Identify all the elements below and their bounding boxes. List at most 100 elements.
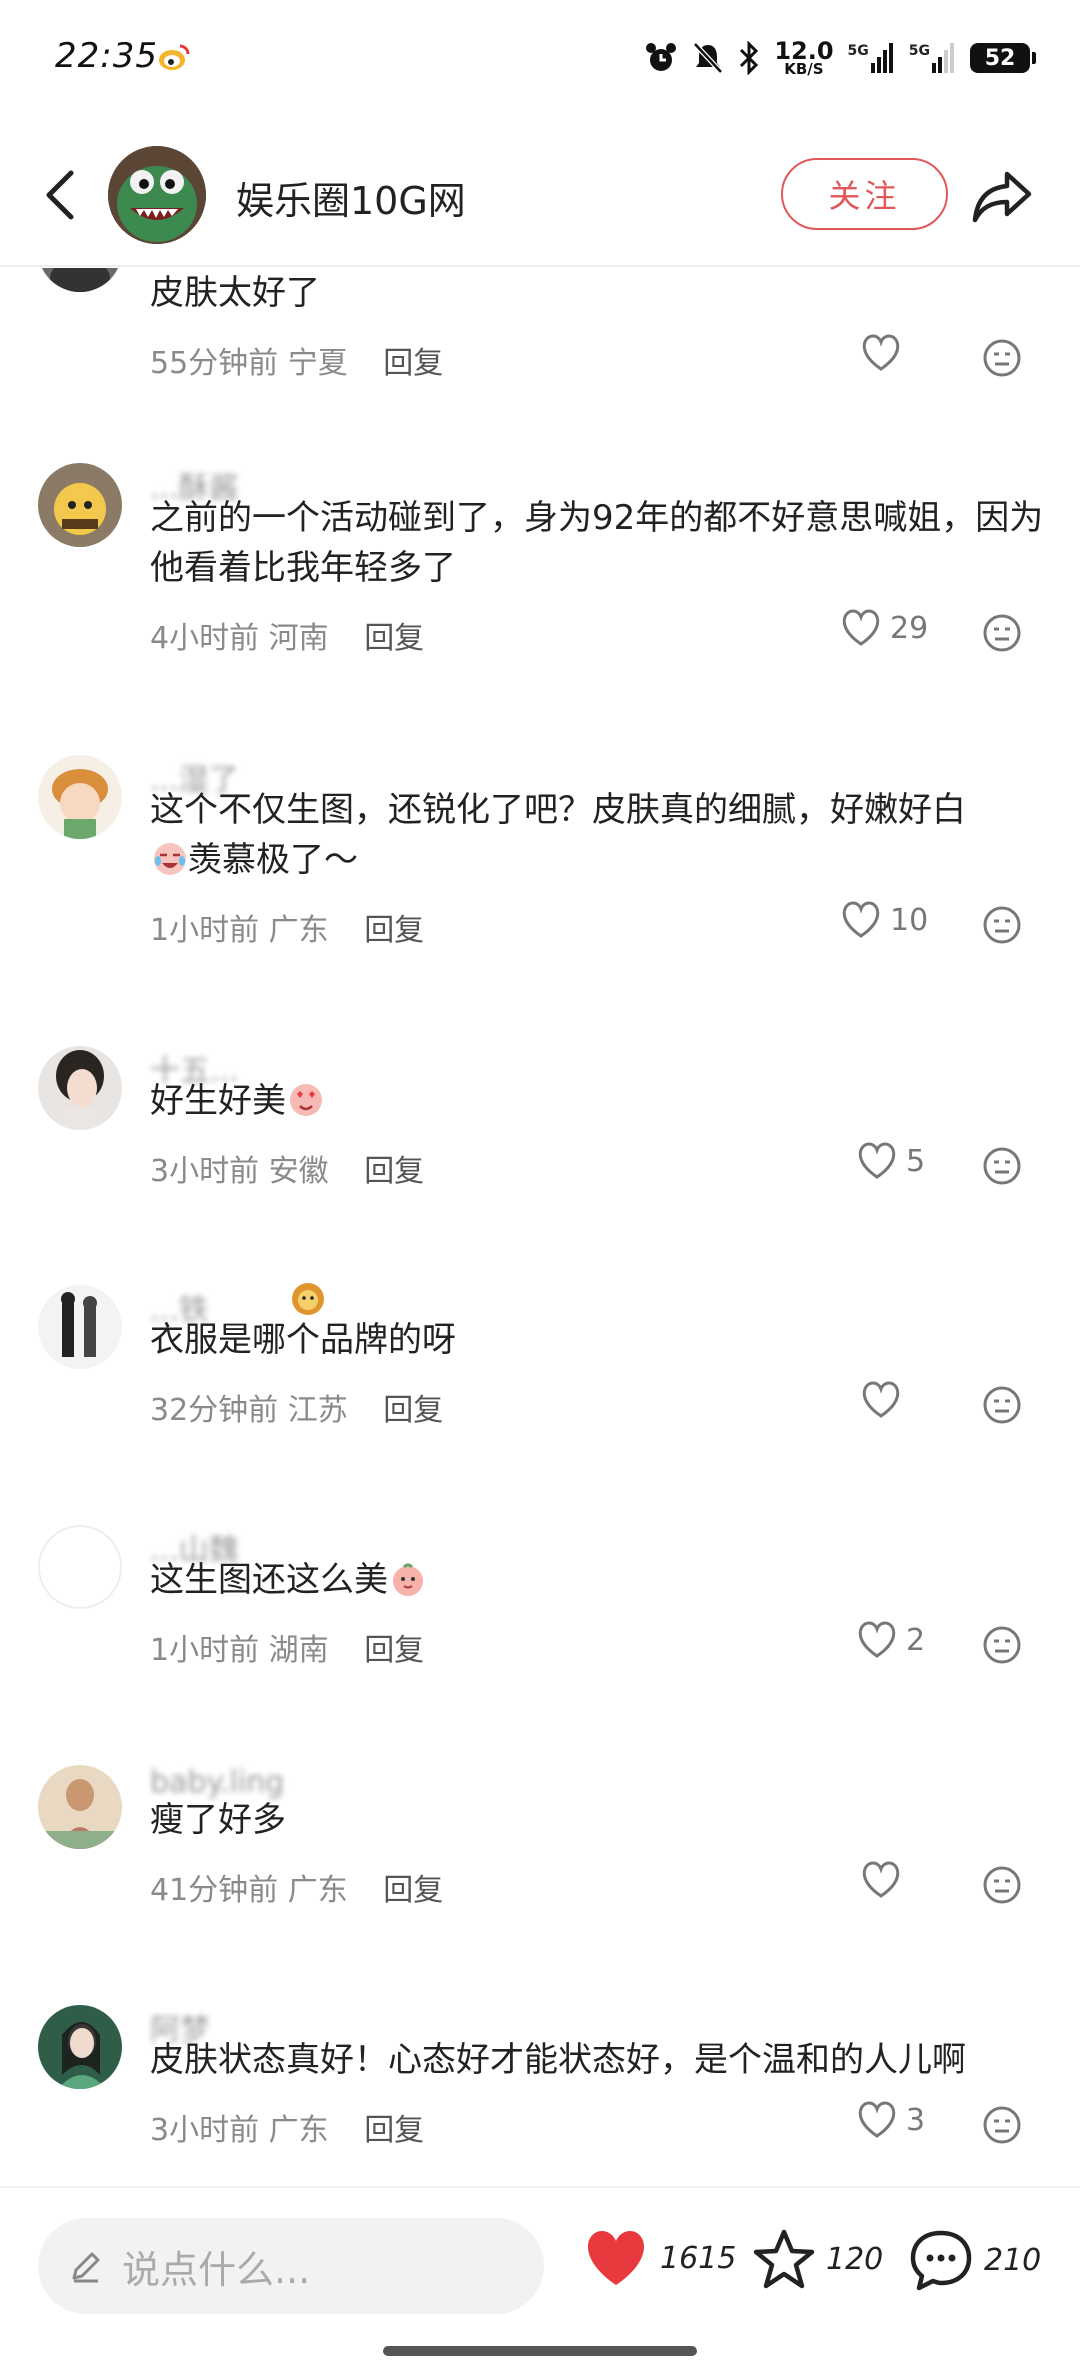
neutral-face-icon[interactable]	[982, 1625, 1022, 1665]
home-indicator[interactable]	[383, 2346, 697, 2356]
like-count: 1615	[660, 2240, 737, 2276]
comment-meta: 1小时前 湖南 回复	[150, 1625, 424, 1669]
lion-badge-icon	[292, 1283, 324, 1315]
follow-button[interactable]: 关注	[781, 158, 948, 230]
like-button[interactable]: 3	[856, 2101, 925, 2139]
avatar[interactable]	[38, 463, 122, 547]
reply-button[interactable]: 回复	[383, 346, 443, 381]
avatar[interactable]	[38, 2005, 122, 2089]
reply-button[interactable]: 回复	[364, 1633, 424, 1668]
comment-location: 安徽	[268, 1154, 329, 1189]
crying-laughing-emoji-icon	[154, 843, 186, 875]
like-button[interactable]	[860, 334, 910, 372]
neutral-face-icon[interactable]	[982, 1865, 1022, 1905]
comment-text: 瘦了好多	[150, 1800, 286, 1840]
neutral-face-icon[interactable]	[982, 338, 1022, 378]
avatar[interactable]	[38, 268, 122, 292]
header-divider	[0, 265, 1080, 267]
comment-meta: 41分钟前 广东 回复	[150, 1865, 443, 1909]
comment-count-button[interactable]: 210	[908, 2228, 1041, 2292]
net-speed: 12.0 KB/S	[774, 36, 834, 78]
comment-location: 湖南	[268, 1633, 329, 1668]
comment-location: 广东	[268, 2113, 329, 2148]
heart-icon	[862, 1861, 900, 1898]
favorite-count: 120	[826, 2241, 884, 2277]
heart-icon	[858, 1142, 896, 1179]
account-avatar[interactable]	[108, 146, 206, 244]
neutral-face-icon[interactable]	[982, 905, 1022, 945]
heart-eyes-emoji-icon	[290, 1084, 322, 1116]
like-count: 3	[906, 2102, 926, 2138]
neutral-face-icon[interactable]	[982, 1385, 1022, 1425]
avatar-image	[38, 755, 122, 839]
neutral-face-icon[interactable]	[982, 2105, 1022, 2145]
reply-button[interactable]: 回复	[383, 1393, 443, 1428]
chat-bubble-icon	[910, 2230, 972, 2291]
pencil-icon	[72, 2252, 100, 2283]
status-time: 22:35	[55, 36, 158, 76]
heart-icon	[862, 1381, 900, 1418]
comment-meta: 4小时前 河南 回复	[150, 613, 424, 657]
signal-bars-icon	[870, 43, 893, 73]
heart-icon	[858, 1621, 896, 1658]
status-icons: 12.0 KB/S 5G 5G 52	[644, 36, 1036, 80]
comment-meta: 3小时前 广东 回复	[150, 2105, 424, 2149]
comment-time: 3小时前	[150, 1154, 260, 1189]
back-arrow-icon	[46, 170, 74, 220]
signal-1: 5G	[848, 43, 895, 73]
comment-input[interactable]: 说点什么...	[38, 2218, 544, 2314]
bluetooth-icon	[740, 41, 759, 75]
comment-time: 32分钟前	[150, 1393, 279, 1428]
comment-meta: 32分钟前 江苏 回复	[150, 1385, 443, 1429]
comment-location: 广东	[268, 913, 329, 948]
favorite-button[interactable]: 120	[752, 2228, 883, 2290]
comment-location: 广东	[287, 1873, 348, 1908]
reply-button[interactable]: 回复	[383, 1873, 443, 1908]
like-button[interactable]: 29	[840, 609, 928, 647]
comment-time: 41分钟前	[150, 1873, 279, 1908]
reply-button[interactable]: 回复	[364, 1154, 424, 1189]
comment-time: 3小时前	[150, 2113, 260, 2148]
reply-button[interactable]: 回复	[364, 621, 424, 656]
back-button[interactable]	[30, 160, 90, 230]
like-post-button[interactable]: 1615	[582, 2228, 736, 2288]
avatar-image	[38, 268, 122, 292]
comment-text: 衣服是哪个品牌的呀	[150, 1320, 456, 1360]
like-button[interactable]: 5	[856, 1142, 925, 1180]
comment-list[interactable]: 皮肤太好了 55分钟前 宁夏 回复 ...酥酱 之前的一个活动碰到了，身为92年…	[0, 268, 1080, 2186]
like-count: 2	[906, 1622, 926, 1658]
heart-icon	[842, 609, 880, 646]
monster-avatar-image	[108, 146, 206, 244]
comment-time: 55分钟前	[150, 346, 279, 381]
like-button[interactable]	[860, 1861, 910, 1899]
share-icon	[972, 171, 1032, 223]
alarm-icon	[646, 43, 677, 71]
like-button[interactable]: 10	[840, 901, 928, 939]
avatar[interactable]	[38, 755, 122, 839]
like-button[interactable]: 2	[856, 1621, 925, 1659]
avatar[interactable]	[38, 1765, 122, 1849]
share-button[interactable]	[966, 160, 1038, 232]
like-count: 5	[906, 1143, 926, 1179]
account-name[interactable]: 娱乐圈10G网	[236, 170, 466, 225]
reply-button[interactable]: 回复	[364, 913, 424, 948]
comment-text: 皮肤太好了	[150, 273, 320, 313]
star-icon	[753, 2229, 815, 2289]
battery-indicator: 52	[970, 43, 1036, 73]
comment-input-placeholder: 说点什么...	[122, 2247, 311, 2292]
avatar[interactable]	[38, 1525, 122, 1609]
neutral-face-icon[interactable]	[982, 1146, 1022, 1186]
comment-count: 210	[984, 2242, 1042, 2278]
mute-bell-icon	[693, 42, 724, 74]
like-button[interactable]	[860, 1381, 910, 1419]
comment-time: 1小时前	[150, 913, 260, 948]
reply-button[interactable]: 回复	[364, 2113, 424, 2148]
signal-bars-icon	[932, 43, 954, 73]
comment-time: 1小时前	[150, 1633, 260, 1668]
neutral-face-icon[interactable]	[982, 613, 1022, 653]
comment-meta: 3小时前 安徽 回复	[150, 1146, 424, 1190]
heart-icon	[842, 901, 880, 938]
avatar[interactable]	[38, 1285, 122, 1369]
comment-location: 河南	[268, 621, 329, 656]
avatar[interactable]	[38, 1046, 122, 1130]
